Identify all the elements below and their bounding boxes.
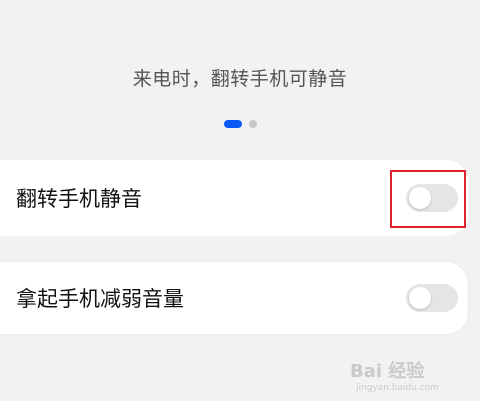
baidu-jingyan-watermark: Bai 经验 jingyan.baidu.com xyxy=(348,353,468,393)
setting-flip-mute-label: 翻转手机静音 xyxy=(16,187,142,211)
annotation-highlight-box xyxy=(390,170,466,228)
setting-pickup-lower-volume-label: 拿起手机减弱音量 xyxy=(16,287,184,311)
setting-pickup-lower-volume-toggle[interactable] xyxy=(406,284,458,312)
setting-pickup-lower-volume-row[interactable]: 拿起手机减弱音量 xyxy=(0,262,468,334)
watermark-subtext: jingyan.baidu.com xyxy=(355,383,439,393)
watermark-text: Bai 经验 xyxy=(350,360,425,382)
page-indicator xyxy=(0,120,480,128)
page-dot-active[interactable] xyxy=(223,120,242,128)
illustration-area: 来电时，翻转手机可静音 xyxy=(0,0,480,150)
watermark-logo: Bai 经验 jingyan.baidu.com xyxy=(350,360,439,393)
toggle-knob xyxy=(409,287,431,309)
illustration-caption: 来电时，翻转手机可静音 xyxy=(132,68,348,90)
page-dot[interactable] xyxy=(248,120,257,128)
